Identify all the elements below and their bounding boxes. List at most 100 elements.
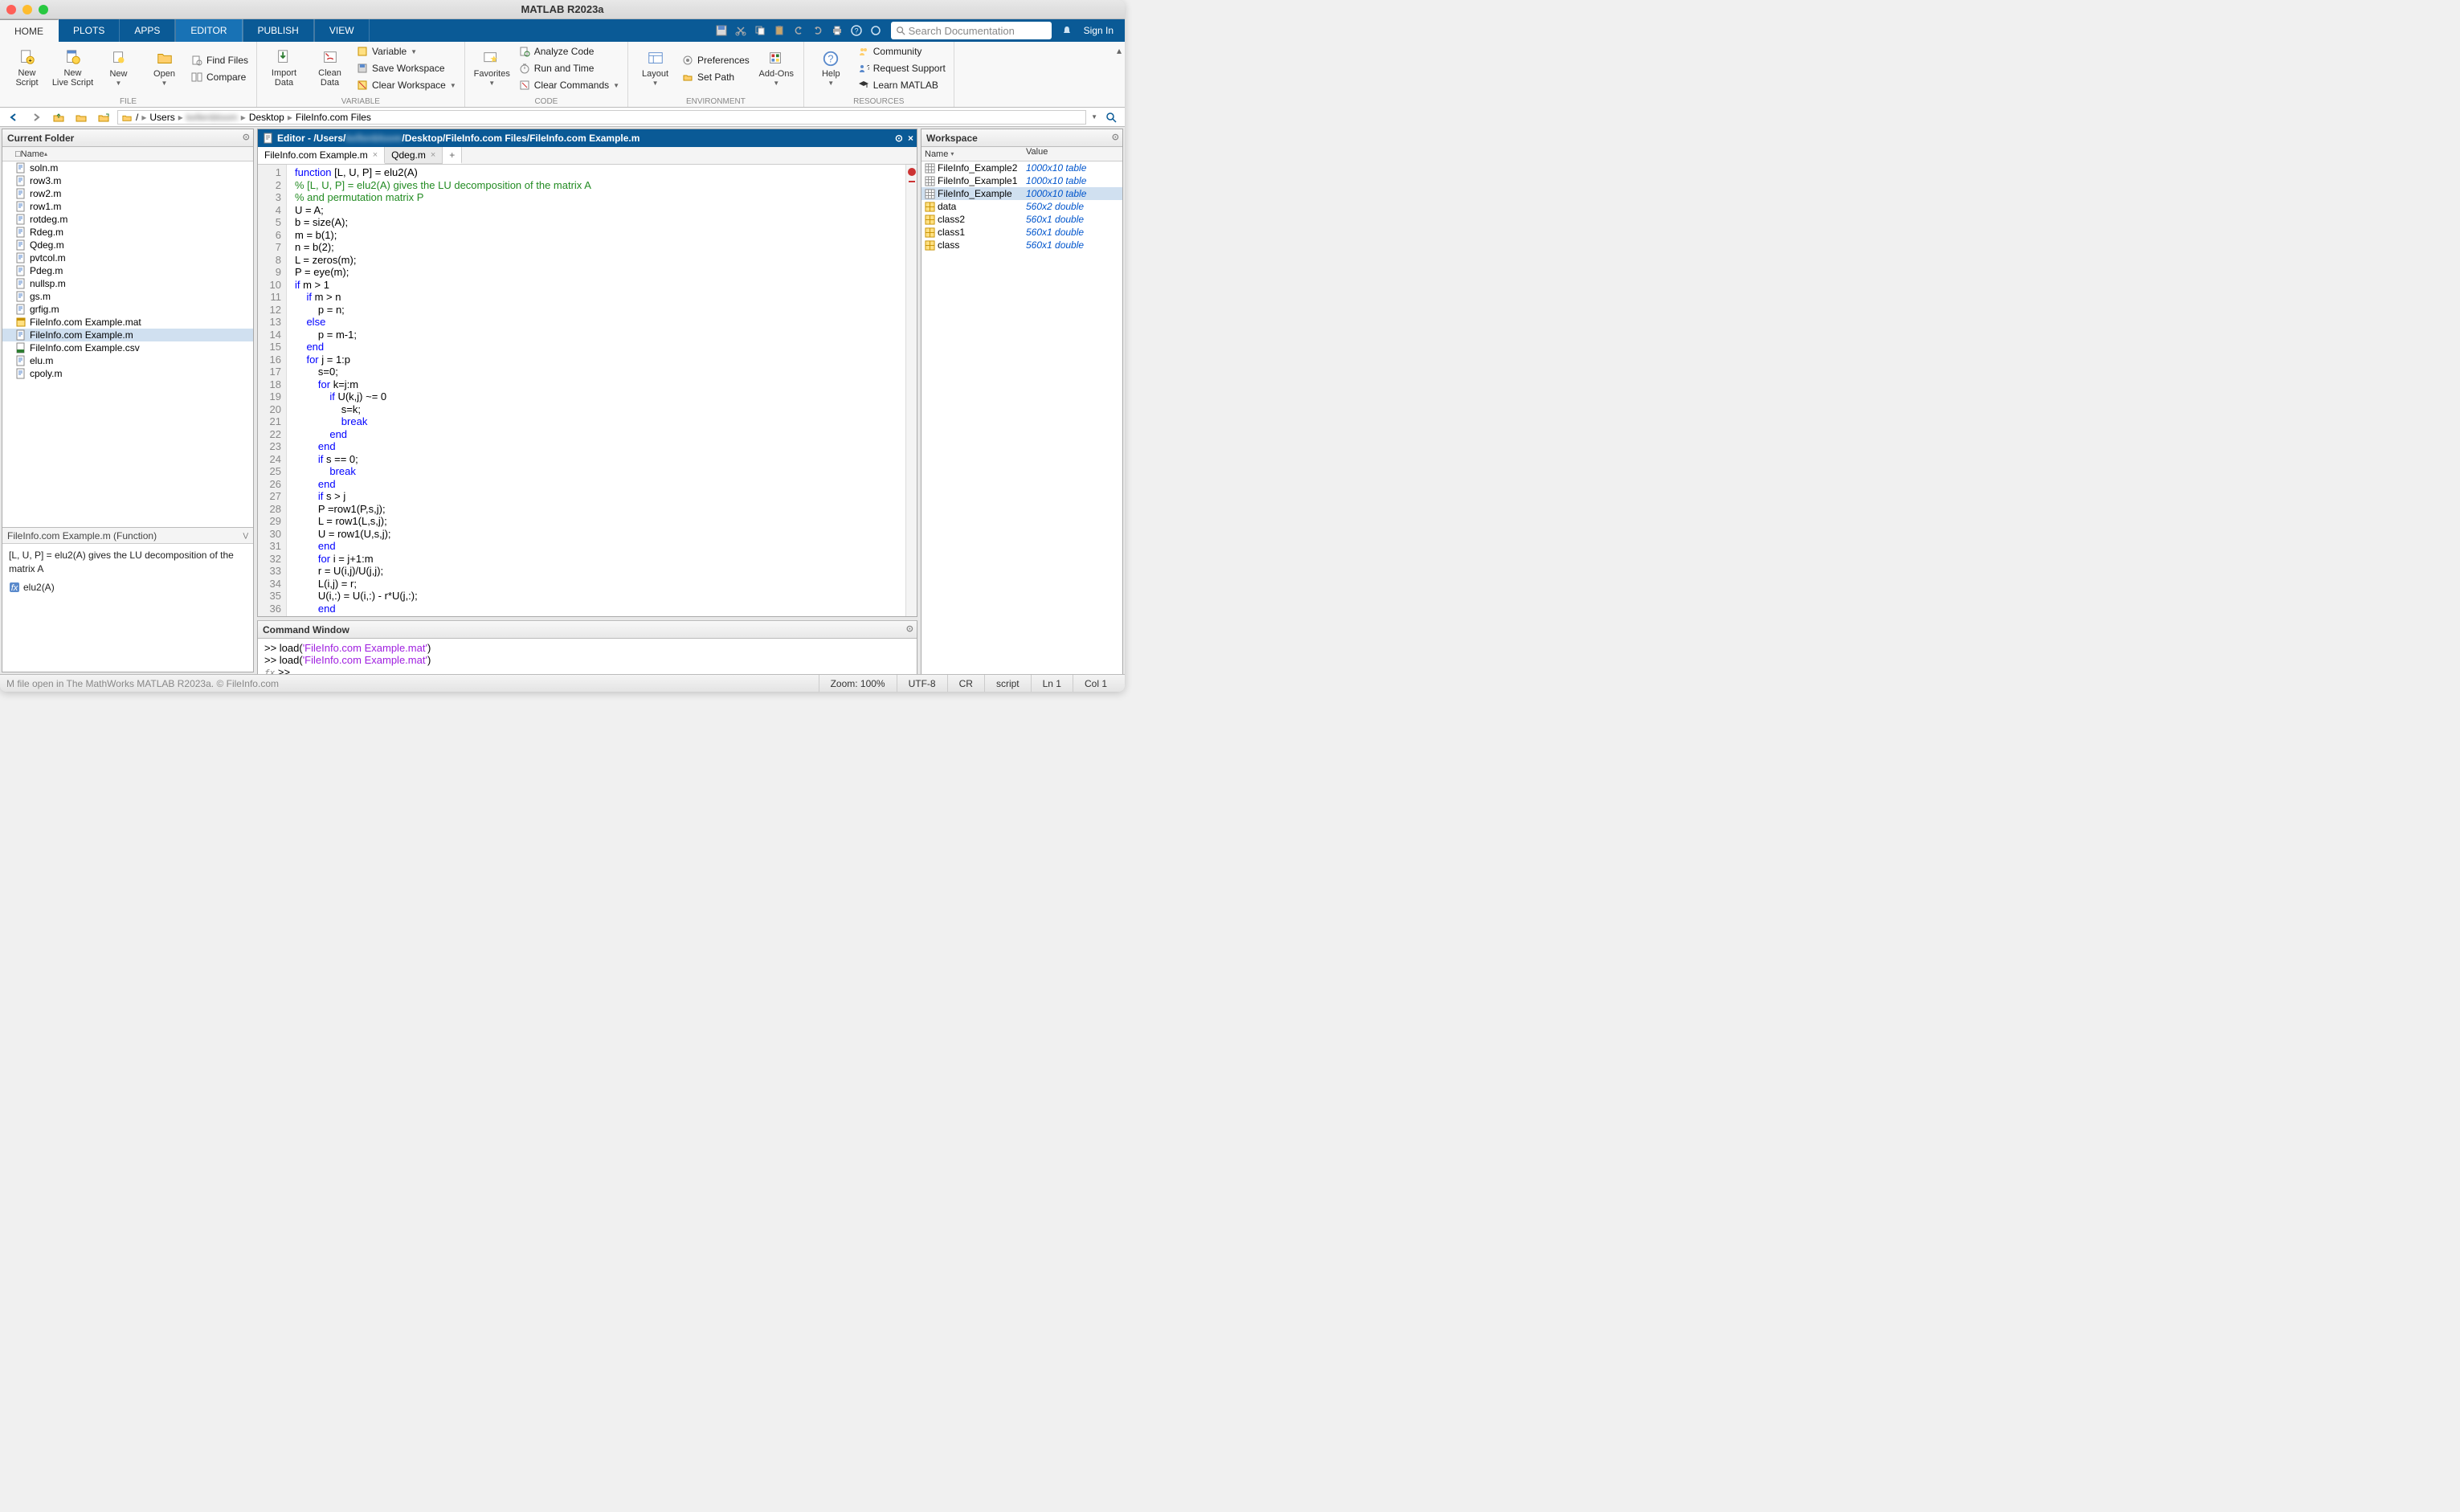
file-item[interactable]: Qdeg.m [2,239,253,251]
file-item[interactable]: grfig.m [2,303,253,316]
new-live-script-button[interactable]: New Live Script [51,43,95,93]
editor-close-icon[interactable]: × [908,133,913,144]
editor-tab[interactable]: FileInfo.com Example.m× [258,147,385,164]
community-link[interactable]: Community [855,43,949,59]
error-marker[interactable] [909,181,915,182]
preferences-button[interactable]: Preferences [679,52,753,68]
new-button[interactable]: New▼ [96,43,141,93]
nav-up-folder-icon[interactable] [50,109,67,125]
import-data-button[interactable]: Import Data [262,43,306,93]
notifications-icon[interactable] [1058,22,1076,39]
workspace-variable[interactable]: class1560x1 double [921,226,1122,239]
clear-workspace-button[interactable]: Clear Workspace ▼ [353,77,460,93]
copy-icon[interactable] [751,22,769,39]
close-window-button[interactable] [6,5,16,14]
detail-function-signature[interactable]: fxelu2(A) [9,581,247,595]
workspace-variable[interactable]: FileInfo_Example21000x10 table [921,161,1122,174]
nav-browse-icon[interactable] [95,109,112,125]
file-item[interactable]: gs.m [2,290,253,303]
tab-view[interactable]: VIEW [314,19,370,42]
variable-dropdown[interactable]: Variable ▼ [353,43,460,59]
file-item[interactable]: cpoly.m [2,367,253,380]
file-item[interactable]: FileInfo.com Example.m [2,329,253,341]
editor-tab[interactable]: Qdeg.m× [385,147,443,164]
find-files-button[interactable]: Find Files [188,52,251,68]
settings-icon[interactable] [867,22,885,39]
panel-menu-icon[interactable]: ⊙ [906,623,913,634]
path-dropdown-icon[interactable]: ▼ [1091,113,1097,121]
editor-filetabs: FileInfo.com Example.m×Qdeg.m×+ [258,147,917,165]
compare-button[interactable]: Compare [188,69,251,85]
sign-in-link[interactable]: Sign In [1077,25,1120,36]
save-workspace-button[interactable]: Save Workspace [353,60,460,76]
workspace-variable[interactable]: class560x1 double [921,239,1122,251]
add-tab-button[interactable]: + [443,147,462,164]
analyze-code-button[interactable]: Analyze Code [516,43,623,59]
file-item[interactable]: soln.m [2,161,253,174]
clean-data-button[interactable]: Clean Data [308,43,352,93]
nav-back-icon[interactable] [5,109,22,125]
address-bar: /▸ Users▸ kellenbloom▸ Desktop▸ FileInfo… [0,108,1125,127]
file-item[interactable]: nullsp.m [2,277,253,290]
paste-icon[interactable] [770,22,788,39]
cut-icon[interactable] [732,22,750,39]
panel-menu-icon[interactable]: ⊙ [1112,132,1119,142]
file-item[interactable]: elu.m [2,354,253,367]
file-item[interactable]: row2.m [2,187,253,200]
file-item[interactable]: pvtcol.m [2,251,253,264]
file-item[interactable]: row3.m [2,174,253,187]
learn-matlab-link[interactable]: Learn MATLAB [855,77,949,93]
help-icon[interactable]: ? [848,22,865,39]
file-item[interactable]: rotdeg.m [2,213,253,226]
workspace-variable[interactable]: FileInfo_Example11000x10 table [921,174,1122,187]
statusbar-zoom[interactable]: Zoom: 100% [819,675,897,692]
statusbar-encoding[interactable]: UTF-8 [897,675,947,692]
file-item[interactable]: FileInfo.com Example.mat [2,316,253,329]
minimize-window-button[interactable] [22,5,32,14]
undo-icon[interactable] [790,22,807,39]
layout-button[interactable]: Layout▼ [633,43,677,93]
path-search-icon[interactable] [1102,109,1120,125]
run-and-time-button[interactable]: Run and Time [516,60,623,76]
toolstrip-collapse-icon[interactable]: ▴ [1117,45,1122,56]
detail-header[interactable]: FileInfo.com Example.m (Function)⋁ [2,528,253,544]
workspace-variable[interactable]: data560x2 double [921,200,1122,213]
tab-publish[interactable]: PUBLISH [243,19,314,42]
close-tab-icon[interactable]: × [431,150,435,160]
save-icon[interactable] [713,22,730,39]
error-indicator-icon[interactable] [908,168,916,176]
tab-editor[interactable]: EDITOR [175,19,242,42]
file-item[interactable]: Pdeg.m [2,264,253,277]
new-script-button[interactable]: +New Script [5,43,49,93]
print-icon[interactable] [828,22,846,39]
open-button[interactable]: Open▼ [142,43,186,93]
statusbar-eol[interactable]: CR [947,675,984,692]
clear-commands-button[interactable]: Clear Commands ▼ [516,77,623,93]
addons-button[interactable]: Add-Ons▼ [754,43,799,93]
set-path-button[interactable]: Set Path [679,69,753,85]
favorites-button[interactable]: Favorites▼ [470,43,514,93]
search-documentation-input[interactable]: Search Documentation [891,22,1052,39]
current-folder-column-header[interactable]: □ Name ▴ [2,147,253,161]
help-button[interactable]: ?Help▼ [809,43,853,93]
editor-body[interactable]: 1234567891011121314151617181920212223242… [258,165,917,616]
file-item[interactable]: Rdeg.m [2,226,253,239]
maximize-window-button[interactable] [39,5,48,14]
tab-apps[interactable]: APPS [120,19,175,42]
tab-home[interactable]: HOME [0,19,59,42]
file-item[interactable]: FileInfo.com Example.csv [2,341,253,354]
statusbar-language[interactable]: script [984,675,1031,692]
workspace-variable[interactable]: FileInfo_Example1000x10 table [921,187,1122,200]
editor-title: Editor - /Users/kellenbloom/Desktop/File… [258,129,917,147]
nav-forward-icon[interactable] [27,109,45,125]
workspace-columns[interactable]: Name ▾ Value [921,147,1122,161]
redo-icon[interactable] [809,22,827,39]
editor-menu-icon[interactable]: ⊙ [895,133,903,144]
nav-folder-icon[interactable] [72,109,90,125]
workspace-variable[interactable]: class2560x1 double [921,213,1122,226]
close-tab-icon[interactable]: × [373,150,378,160]
tab-plots[interactable]: PLOTS [59,19,120,42]
panel-menu-icon[interactable]: ⊙ [243,132,250,142]
request-support-link[interactable]: ?Request Support [855,60,949,76]
file-item[interactable]: row1.m [2,200,253,213]
